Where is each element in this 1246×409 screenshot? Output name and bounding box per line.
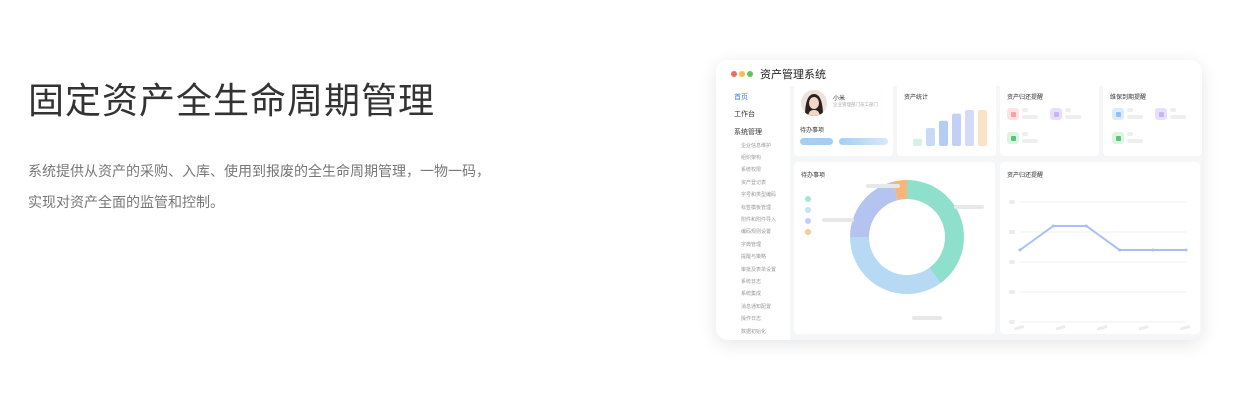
bar-3 bbox=[939, 120, 948, 146]
sidebar-subitem[interactable]: 标签模板管理 bbox=[741, 204, 771, 211]
sidebar-subitem[interactable]: 系统集成 bbox=[741, 290, 761, 297]
x-tick-placeholder bbox=[1097, 325, 1108, 331]
sidebar-subitem[interactable]: 操作日志 bbox=[741, 315, 761, 322]
legend-dot-0 bbox=[805, 196, 811, 202]
bar-1 bbox=[913, 138, 922, 146]
bar-2 bbox=[926, 128, 935, 146]
sidebar-subitem[interactable]: 编码规则设置 bbox=[741, 228, 771, 235]
sidebar-subitem[interactable]: 系统日志 bbox=[741, 278, 761, 285]
app-window-mockup: 资产管理系统 首页 工作台 系统管理 企业信息维护 组织架构 系统权限 资产登记… bbox=[716, 60, 1202, 340]
todo-pill-1[interactable] bbox=[800, 138, 833, 145]
maintenance-reminder-card: 维保到期提醒 bbox=[1103, 84, 1202, 156]
line-point-4 bbox=[1151, 248, 1155, 252]
sidebar-subitem[interactable]: 提醒与策略 bbox=[741, 253, 766, 260]
maximize-dot-icon[interactable] bbox=[747, 71, 753, 77]
bar-5 bbox=[965, 110, 974, 146]
label-placeholder-2 bbox=[822, 218, 854, 222]
description-line-2: 实现对资产全面的监管和控制。 bbox=[28, 195, 224, 211]
line-series bbox=[1019, 225, 1186, 251]
asset-stats-bar-chart bbox=[913, 110, 987, 146]
x-tick-placeholder bbox=[1180, 325, 1191, 331]
green-status-icon bbox=[1112, 132, 1124, 144]
legend-dot-3 bbox=[805, 229, 811, 235]
minimize-dot-icon[interactable] bbox=[739, 71, 745, 77]
line-point-5 bbox=[1184, 248, 1188, 252]
green-status-icon bbox=[1007, 132, 1019, 144]
label-placeholder-0 bbox=[866, 184, 900, 188]
todo-pill-2[interactable] bbox=[839, 138, 888, 145]
legend-dot-1 bbox=[805, 207, 811, 213]
avatar-portrait-icon bbox=[801, 90, 827, 116]
x-tick-placeholder bbox=[1055, 325, 1066, 331]
sidebar-subitem[interactable]: 消息通知配置 bbox=[741, 303, 771, 310]
user-card: 小米 企业管理部门员工部门 待办事项 bbox=[794, 84, 893, 156]
sidebar-subitem[interactable]: 字号和类型编码 bbox=[741, 191, 776, 198]
red-status-icon bbox=[1007, 108, 1019, 120]
description-line-1: 系统提供从资产的采购、入库、使用到报废的全生命周期管理，一物一码， bbox=[28, 164, 490, 180]
label-placeholder-1 bbox=[954, 205, 984, 209]
line-point-1 bbox=[1051, 224, 1055, 228]
legend-dot-2 bbox=[805, 218, 811, 224]
page-title: 固定资产全生命周期管理 bbox=[28, 81, 436, 122]
todo-label: 待办事项 bbox=[800, 127, 825, 134]
donut-slice-0 bbox=[907, 180, 964, 284]
x-tick-placeholder bbox=[1138, 325, 1149, 331]
label-placeholder-3 bbox=[912, 316, 942, 320]
return-reminder-title: 资产归还提醒 bbox=[1007, 94, 1044, 101]
sidebar-subitem[interactable]: 审批及表单设置 bbox=[741, 266, 776, 273]
sidebar-item-system[interactable]: 系统管理 bbox=[734, 127, 762, 137]
line-point-3 bbox=[1118, 248, 1122, 252]
line-point-0 bbox=[1018, 248, 1022, 252]
donut-slice-1 bbox=[850, 237, 941, 294]
sidebar-item-home[interactable]: 首页 bbox=[734, 92, 748, 102]
line-point-2 bbox=[1084, 224, 1088, 228]
sidebar-subitem[interactable]: 附件和附件导入 bbox=[741, 216, 776, 223]
maintenance-reminder-title: 维保到期提醒 bbox=[1110, 94, 1147, 101]
sidebar-subitem[interactable]: 字典管理 bbox=[741, 241, 761, 248]
y-tick-placeholder bbox=[1009, 320, 1015, 324]
y-tick-placeholder bbox=[1009, 260, 1015, 264]
asset-stats-card: 资产统计 bbox=[897, 84, 996, 156]
sidebar-subitem[interactable]: 系统权限 bbox=[741, 166, 761, 173]
purple-status-icon bbox=[1155, 108, 1167, 120]
bar-4 bbox=[952, 113, 961, 146]
return-reminder-card: 资产归还提醒 bbox=[1000, 84, 1099, 156]
sidebar-subitem[interactable]: 企业信息维护 bbox=[741, 142, 771, 149]
sidebar: 首页 工作台 系统管理 企业信息维护 组织架构 系统权限 资产登记表 字号和类型… bbox=[716, 86, 790, 340]
x-tick-placeholder bbox=[1014, 325, 1025, 331]
donut-slice-2 bbox=[850, 181, 898, 237]
y-tick-placeholder bbox=[1009, 230, 1015, 234]
bar-6 bbox=[978, 110, 987, 146]
return-line-card: 资产归还提醒 bbox=[1000, 162, 1200, 334]
y-tick-placeholder bbox=[1009, 200, 1015, 204]
window-title: 资产管理系统 bbox=[760, 68, 826, 81]
user-dept: 企业管理部门员工部门 bbox=[833, 103, 878, 108]
page-description: 系统提供从资产的采购、入库、使用到报废的全生命周期管理，一物一码， 实现对资产全… bbox=[28, 157, 588, 219]
purple-status-icon bbox=[1050, 108, 1062, 120]
window-titlebar: 资产管理系统 bbox=[716, 60, 1202, 86]
todo-donut-card: 待办事项 bbox=[794, 162, 995, 334]
sidebar-subitem[interactable]: 组织架构 bbox=[741, 154, 761, 161]
sidebar-item-workbench[interactable]: 工作台 bbox=[734, 109, 755, 119]
close-dot-icon[interactable] bbox=[731, 71, 737, 77]
blue-status-icon bbox=[1112, 108, 1124, 120]
return-line-chart bbox=[1009, 200, 1191, 331]
sidebar-subitem[interactable]: 数据初始化 bbox=[741, 328, 766, 335]
todo-donut-chart bbox=[805, 180, 984, 320]
avatar bbox=[801, 90, 827, 116]
y-tick-placeholder bbox=[1009, 290, 1015, 294]
user-name: 小米 bbox=[833, 95, 846, 102]
sidebar-subitem[interactable]: 资产登记表 bbox=[741, 179, 766, 186]
